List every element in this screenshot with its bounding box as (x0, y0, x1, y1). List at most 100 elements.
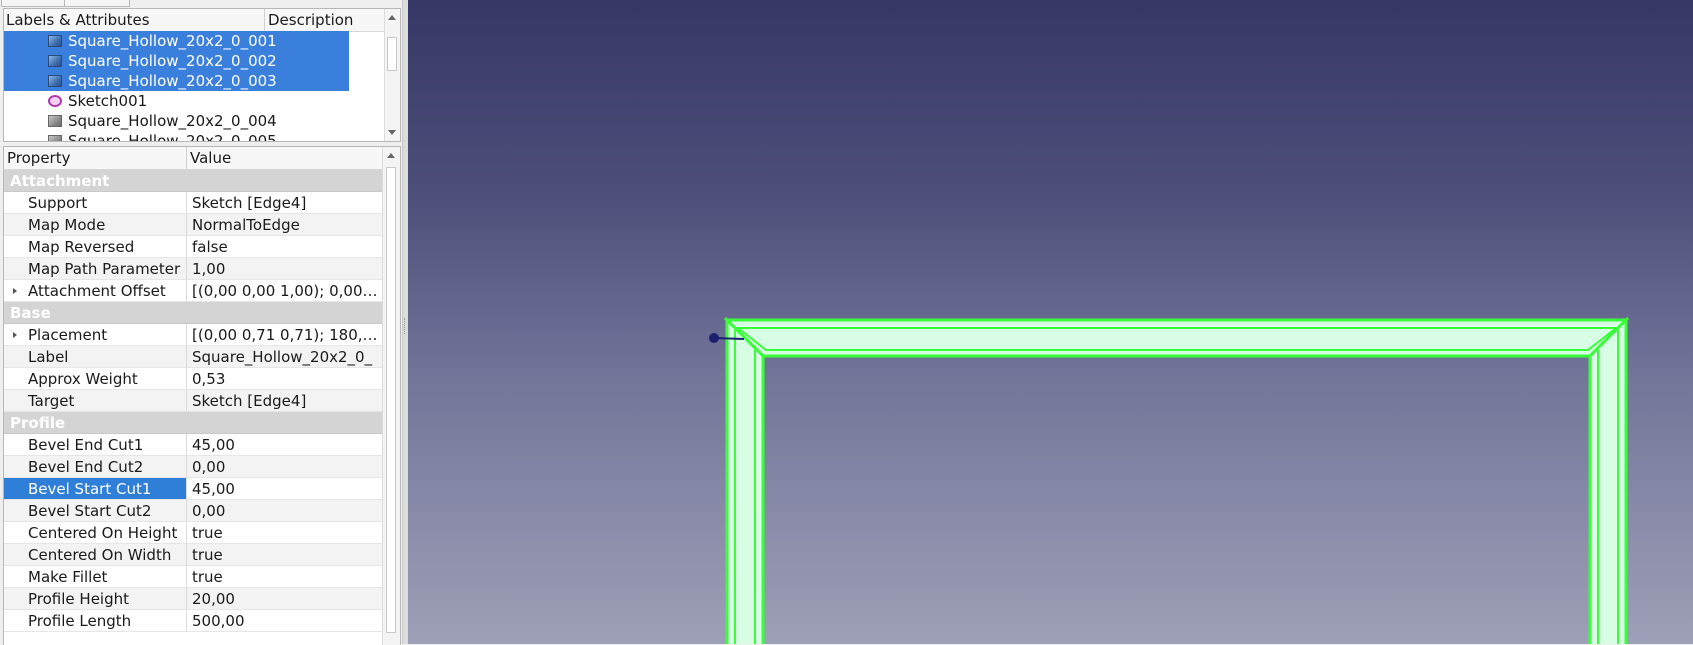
property-group-header[interactable]: Base (4, 302, 382, 324)
property-row[interactable]: Bevel Start Cut2 0,00 (4, 500, 382, 522)
hollow-profile-icon (48, 75, 62, 87)
property-row[interactable]: Map Mode NormalToEdge (4, 214, 382, 236)
property-row[interactable]: Attachment Offset [(0,00 0,00 1,00); 0,00… (4, 280, 382, 302)
property-row[interactable]: Bevel End Cut1 45,00 (4, 434, 382, 456)
property-value[interactable]: 500,00 (188, 610, 382, 631)
right-beam[interactable] (1588, 316, 1628, 644)
property-name: Centered On Width (4, 544, 187, 565)
property-value[interactable]: [(0,00 0,00 1,00); 0,00 °; (0,00 0,00 0,… (188, 280, 382, 301)
property-value[interactable]: 0,00 (188, 500, 382, 521)
property-value[interactable]: 45,00 (188, 434, 382, 455)
tree-item-label: Square_Hollow_20x2_0_005 (68, 132, 277, 142)
left-panel: Labels & Attributes Description Square_H… (0, 0, 402, 645)
combo-view-tabs (0, 0, 402, 8)
property-row[interactable]: Map Reversed false (4, 236, 382, 258)
property-value[interactable]: true (188, 544, 382, 565)
property-value[interactable]: true (188, 566, 382, 587)
property-name: Support (4, 192, 187, 213)
property-scrollbar[interactable] (382, 147, 400, 645)
property-name: Bevel End Cut1 (4, 434, 187, 455)
property-value[interactable]: true (188, 522, 382, 543)
property-row[interactable]: Make Fillet true (4, 566, 382, 588)
property-row[interactable]: Profile Length 500,00 (4, 610, 382, 632)
scroll-down-icon[interactable] (388, 130, 396, 135)
property-name: Make Fillet (4, 566, 187, 587)
property-name: Centered On Height (4, 522, 187, 543)
left-beam[interactable] (725, 316, 765, 644)
hollow-profile-icon (48, 35, 62, 47)
property-name: Profile Length (4, 610, 187, 631)
property-row[interactable]: Approx Weight 0,53 (4, 368, 382, 390)
hollow-profile-icon (48, 55, 62, 67)
tree-item-label: Square_Hollow_20x2_0_002 (68, 52, 277, 70)
property-group-header[interactable]: Attachment (4, 170, 382, 192)
property-name: Map Reversed (4, 236, 187, 257)
property-row[interactable]: Profile Height 20,00 (4, 588, 382, 610)
3d-viewport[interactable] (408, 0, 1693, 644)
scroll-up-icon[interactable] (388, 15, 396, 20)
property-column-property[interactable]: Property (4, 147, 187, 169)
property-row[interactable]: Map Path Parameter 1,00 (4, 258, 382, 280)
property-value[interactable]: Sketch [Edge4] (188, 390, 382, 411)
tab-tasks[interactable] (64, 0, 130, 7)
property-row[interactable]: Bevel Start Cut1 45,00 (4, 478, 382, 500)
model-tree[interactable]: Labels & Attributes Description Square_H… (3, 8, 401, 142)
tree-scroll-thumb[interactable] (387, 37, 397, 71)
property-row[interactable]: Centered On Height true (4, 522, 382, 544)
tree-item[interactable]: Sketch001 (4, 91, 385, 111)
tree-column-description[interactable]: Description (266, 9, 353, 31)
property-column-value[interactable]: Value (187, 147, 231, 169)
property-name: Approx Weight (4, 368, 187, 389)
viewport-scene[interactable] (408, 0, 1693, 644)
tree-item[interactable]: Square_Hollow_20x2_0_001 (4, 31, 385, 51)
tab-model[interactable] (1, 0, 65, 7)
property-name: Placement (4, 324, 187, 345)
tree-header: Labels & Attributes Description (4, 9, 385, 32)
property-value[interactable]: false (188, 236, 382, 257)
property-name: Map Mode (4, 214, 187, 235)
property-name: Bevel End Cut2 (4, 456, 187, 477)
property-value[interactable]: [(0,00 0,71 0,71); 180,00 °; (0,00 0,00 … (188, 324, 382, 345)
tree-item-label: Square_Hollow_20x2_0_004 (68, 112, 277, 130)
hollow-profile-icon (48, 115, 62, 127)
property-rows: Attachment Support Sketch [Edge4] Map Mode N… (4, 170, 382, 632)
tree-item[interactable]: Square_Hollow_20x2_0_005 (4, 131, 385, 142)
property-row[interactable]: Centered On Width true (4, 544, 382, 566)
property-value[interactable]: Square_Hollow_20x2_0_ (188, 346, 382, 367)
property-value[interactable]: 20,00 (188, 588, 382, 609)
property-row[interactable]: Support Sketch [Edge4] (4, 192, 382, 214)
tree-column-labels[interactable]: Labels & Attributes (4, 9, 265, 31)
tree-item-label: Sketch001 (68, 92, 148, 110)
selected-frame[interactable] (723, 316, 1630, 644)
tree-item-label: Square_Hollow_20x2_0_003 (68, 72, 277, 90)
tree-item-label: Square_Hollow_20x2_0_001 (68, 32, 277, 50)
tree-items: Square_Hollow_20x2_0_001 Square_Hollow_20… (4, 31, 385, 142)
property-row[interactable]: Label Square_Hollow_20x2_0_ (4, 346, 382, 368)
tree-item[interactable]: Square_Hollow_20x2_0_003 (4, 71, 385, 91)
property-scroll-thumb[interactable] (386, 167, 396, 633)
property-row[interactable]: Bevel End Cut2 0,00 (4, 456, 382, 478)
tree-item[interactable]: Square_Hollow_20x2_0_002 (4, 51, 385, 71)
sketch-icon (48, 95, 62, 107)
property-name: Bevel Start Cut1 (4, 478, 187, 499)
hollow-profile-icon (48, 135, 62, 141)
property-value[interactable]: NormalToEdge (188, 214, 382, 235)
property-name: Bevel Start Cut2 (4, 500, 187, 521)
property-value[interactable]: 1,00 (188, 258, 382, 279)
property-value[interactable]: 0,00 (188, 456, 382, 477)
property-name: Profile Height (4, 588, 187, 609)
property-row[interactable]: Target Sketch [Edge4] (4, 390, 382, 412)
tree-item[interactable]: Square_Hollow_20x2_0_004 (4, 111, 385, 131)
property-editor: Property Value Attachment Support Sketch [… (3, 146, 401, 645)
property-name: Label (4, 346, 187, 367)
property-name: Map Path Parameter (4, 258, 187, 279)
scroll-up-icon[interactable] (387, 153, 395, 158)
property-value[interactable]: 0,53 (188, 368, 382, 389)
property-value[interactable]: 45,00 (188, 478, 382, 499)
property-row[interactable]: Placement[(0,00 0,71 0,71); 180,00 °; (0… (4, 324, 382, 346)
property-group-header[interactable]: Profile (4, 412, 382, 434)
tree-scrollbar[interactable] (384, 9, 400, 141)
property-name: Target (4, 390, 187, 411)
property-name: Attachment Offset (4, 280, 187, 301)
property-value[interactable]: Sketch [Edge4] (188, 192, 382, 213)
